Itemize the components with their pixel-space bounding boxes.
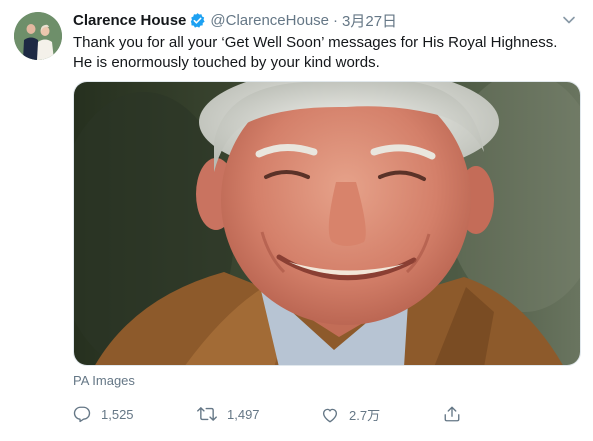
tweet-photo[interactable]: [73, 81, 581, 366]
tweet-header: Clarence House @ClarenceHouse · 3月27日: [73, 10, 573, 30]
like-count: 2.7万: [349, 408, 381, 423]
heart-icon: [322, 408, 338, 422]
share-icon: [444, 406, 460, 422]
retweet-icon: [197, 407, 217, 421]
author-handle[interactable]: @ClarenceHouse: [210, 12, 329, 29]
verified-badge-icon: [189, 12, 206, 29]
tweet-date[interactable]: 3月27日: [342, 10, 397, 31]
reply-button[interactable]: 1,525: [73, 405, 134, 423]
separator-dot: ·: [333, 11, 339, 29]
tweet-actions: 1,525 1,497 2.7万: [73, 405, 493, 429]
author-avatar[interactable]: [14, 12, 62, 60]
author-name[interactable]: Clarence House: [73, 12, 186, 29]
tweet-text-line: He is enormously touched by your kind wo…: [73, 54, 380, 71]
like-button[interactable]: 2.7万: [321, 405, 380, 424]
reply-count: 1,525: [101, 406, 134, 422]
tweet-text-line: Thank you for all your ‘Get Well Soon’ m…: [73, 34, 558, 51]
retweet-count: 1,497: [227, 406, 260, 422]
chevron-down-icon[interactable]: [561, 12, 577, 28]
media-credit: PA Images: [73, 373, 135, 388]
share-button[interactable]: [443, 405, 461, 423]
retweet-button[interactable]: 1,497: [197, 405, 260, 423]
tweet-text: Thank you for all your ‘Get Well Soon’ m…: [73, 33, 578, 73]
reply-icon: [73, 406, 91, 423]
